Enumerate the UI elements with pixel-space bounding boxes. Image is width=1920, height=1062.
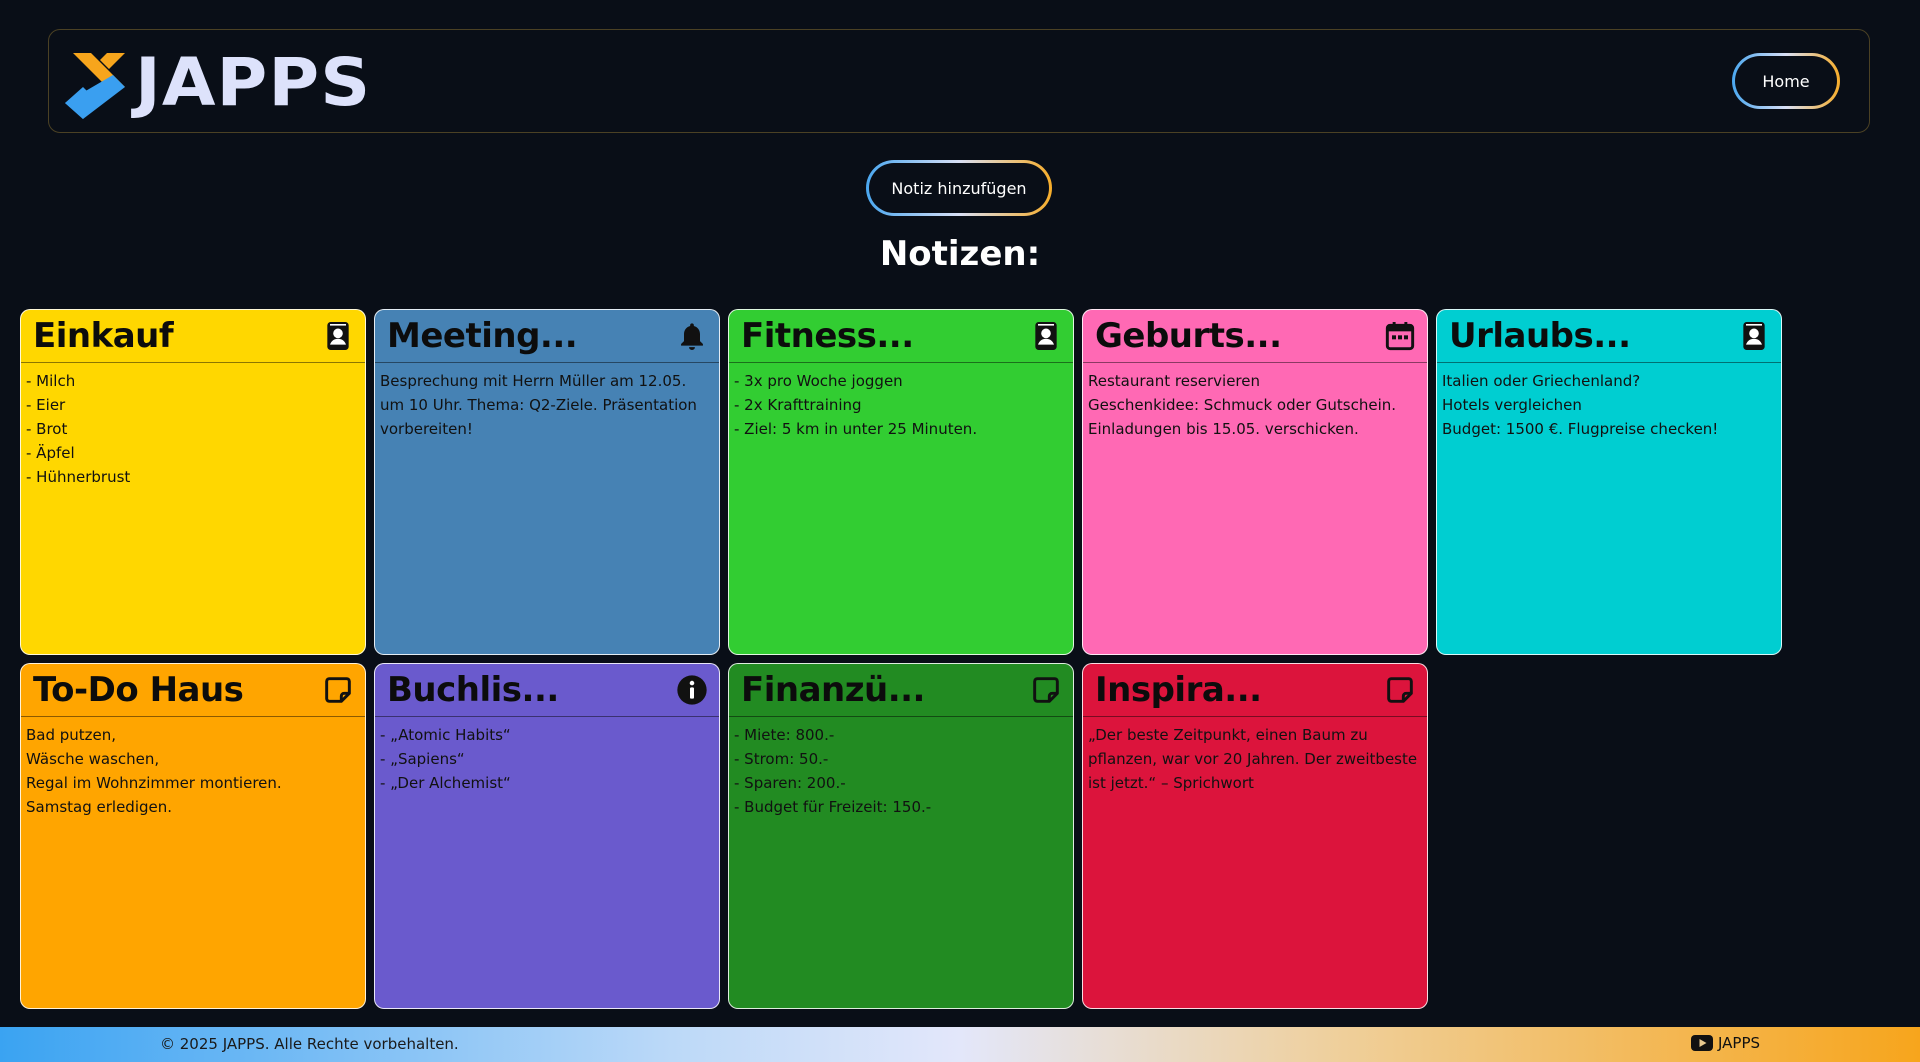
note-line: - Strom: 50.- — [734, 750, 829, 768]
note-card[interactable]: Meeting... Besprechung mit Herrn Müller a… — [374, 309, 720, 655]
note-line: - Sparen: 200.- — [734, 774, 846, 792]
note-line: - Ziel: 5 km in unter 25 Minuten. — [734, 420, 978, 438]
note-card[interactable]: Inspira... „Der beste Zeitpunkt, einen Ba… — [1082, 663, 1428, 1009]
note-title: Einkauf — [33, 316, 174, 356]
note-title: Meeting... — [387, 316, 578, 356]
note-content: Restaurant reservieren Geschenkidee: Schm… — [1083, 363, 1427, 441]
note-line: - „Atomic Habits“ — [380, 726, 511, 744]
note-line: - 3x pro Woche joggen — [734, 372, 903, 390]
note-title: Buchlis... — [387, 670, 559, 710]
note-line: Restaurant reservieren — [1088, 372, 1261, 390]
note-header: Fitness... — [729, 310, 1073, 363]
note-content: - 3x pro Woche joggen - 2x Krafttraining -… — [729, 363, 1073, 441]
note-line: - Brot — [26, 420, 68, 438]
note-line: - Budget für Freizeit: 150.- — [734, 798, 932, 816]
note-header: To-Do Haus — [21, 664, 365, 717]
note-line: Bad putzen, — [26, 726, 117, 744]
note-header: Geburts... — [1083, 310, 1427, 363]
note-card[interactable]: Buchlis... - „Atomic Habits“ - „Sapiens“ - … — [374, 663, 720, 1009]
note-line: Regal im Wohnzimmer montieren. — [26, 774, 282, 792]
note-card[interactable]: Einkauf - Milch - Eier - Brot - Äpfel - Hühne… — [20, 309, 366, 655]
note-header: Einkauf — [21, 310, 365, 363]
logo[interactable]: JAPPS — [59, 47, 370, 119]
sticky-note-icon[interactable] — [1383, 673, 1417, 707]
note-line: Hotels vergleichen — [1442, 396, 1582, 414]
note-line: - „Sapiens“ — [380, 750, 465, 768]
section-title: Notizen: — [879, 234, 1041, 274]
note-title: Fitness... — [741, 316, 914, 356]
note-card[interactable]: To-Do Haus Bad putzen, Wäsche waschen, Rega… — [20, 663, 366, 1009]
note-content: „Der beste Zeitpunkt, einen Baum zu pfla… — [1083, 717, 1427, 795]
note-line: - Äpfel — [26, 444, 75, 462]
note-card[interactable]: Fitness... - 3x pro Woche joggen - 2x Kraf… — [728, 309, 1074, 655]
note-line: - Hühnerbrust — [26, 468, 131, 486]
note-line: Italien oder Griechenland? — [1442, 372, 1641, 390]
japps-logo-icon — [65, 53, 125, 119]
note-title: Finanzü... — [741, 670, 925, 710]
sticky-note-icon[interactable] — [1029, 673, 1063, 707]
note-line: Wäsche waschen, — [26, 750, 160, 768]
note-content: - Miete: 800.- - Strom: 50.- - Sparen: 200… — [729, 717, 1073, 819]
calendar-icon[interactable] — [1383, 319, 1417, 353]
note-line: - Miete: 800.- — [734, 726, 835, 744]
contact-icon[interactable] — [1737, 319, 1771, 353]
note-content: Besprechung mit Herrn Müller am 12.05. u… — [375, 363, 719, 441]
note-line: - 2x Krafttraining — [734, 396, 862, 414]
youtube-icon — [1691, 1035, 1713, 1051]
youtube-link[interactable]: JAPPS — [1690, 1034, 1760, 1052]
note-title: Urlaubs... — [1449, 316, 1631, 356]
site-header: JAPPS Home — [48, 29, 1870, 133]
add-note-button[interactable]: Notiz hinzufügen — [866, 160, 1052, 216]
note-card[interactable]: Geburts... Restaurant reservieren Geschenk… — [1082, 309, 1428, 655]
note-header: Buchlis... — [375, 664, 719, 717]
note-line: - „Der Alchemist“ — [380, 774, 511, 792]
bell-icon[interactable] — [675, 319, 709, 353]
note-line: Besprechung mit Herrn Müller am 12.05. u… — [380, 372, 697, 438]
contact-icon[interactable] — [1029, 319, 1063, 353]
logo-text: JAPPS — [135, 44, 372, 121]
contact-icon[interactable] — [321, 319, 355, 353]
note-header: Meeting... — [375, 310, 719, 363]
note-line: - Milch — [26, 372, 76, 390]
note-line: - Eier — [26, 396, 66, 414]
note-content: - „Atomic Habits“ - „Sapiens“ - „Der Alche… — [375, 717, 719, 795]
note-header: Inspira... — [1083, 664, 1427, 717]
home-button[interactable]: Home — [1732, 53, 1840, 109]
note-card[interactable]: Finanzü... - Miete: 800.- - Strom: 50.- - S… — [728, 663, 1074, 1009]
note-content: Bad putzen, Wäsche waschen, Regal im Wohnz… — [21, 717, 365, 819]
copyright-text: © 2025 JAPPS. Alle Rechte vorbehalten. — [160, 1035, 459, 1053]
note-header: Urlaubs... — [1437, 310, 1781, 363]
note-title: Inspira... — [1095, 670, 1262, 710]
note-line: „Der beste Zeitpunkt, einen Baum zu pfla… — [1088, 726, 1418, 792]
sticky-note-icon[interactable] — [321, 673, 355, 707]
note-content: - Milch - Eier - Brot - Äpfel - Hühnerbrust — [21, 363, 365, 489]
note-line: Budget: 1500 €. Flugpreise checken! — [1442, 420, 1719, 438]
note-title: To-Do Haus — [33, 670, 244, 710]
note-card[interactable]: Urlaubs... Italien oder Griechenland? Hote… — [1436, 309, 1782, 655]
note-line: Einladungen bis 15.05. verschicken. — [1088, 420, 1359, 438]
note-header: Finanzü... — [729, 664, 1073, 717]
note-content: Italien oder Griechenland? Hotels verglei… — [1437, 363, 1781, 441]
note-title: Geburts... — [1095, 316, 1282, 356]
info-icon[interactable] — [675, 673, 709, 707]
site-footer: © 2025 JAPPS. Alle Rechte vorbehalten. J… — [0, 1027, 1920, 1062]
note-line: Samstag erledigen. — [26, 798, 173, 816]
note-line: Geschenkidee: Schmuck oder Gutschein. — [1088, 396, 1397, 414]
youtube-link-label: JAPPS — [1718, 1034, 1761, 1052]
